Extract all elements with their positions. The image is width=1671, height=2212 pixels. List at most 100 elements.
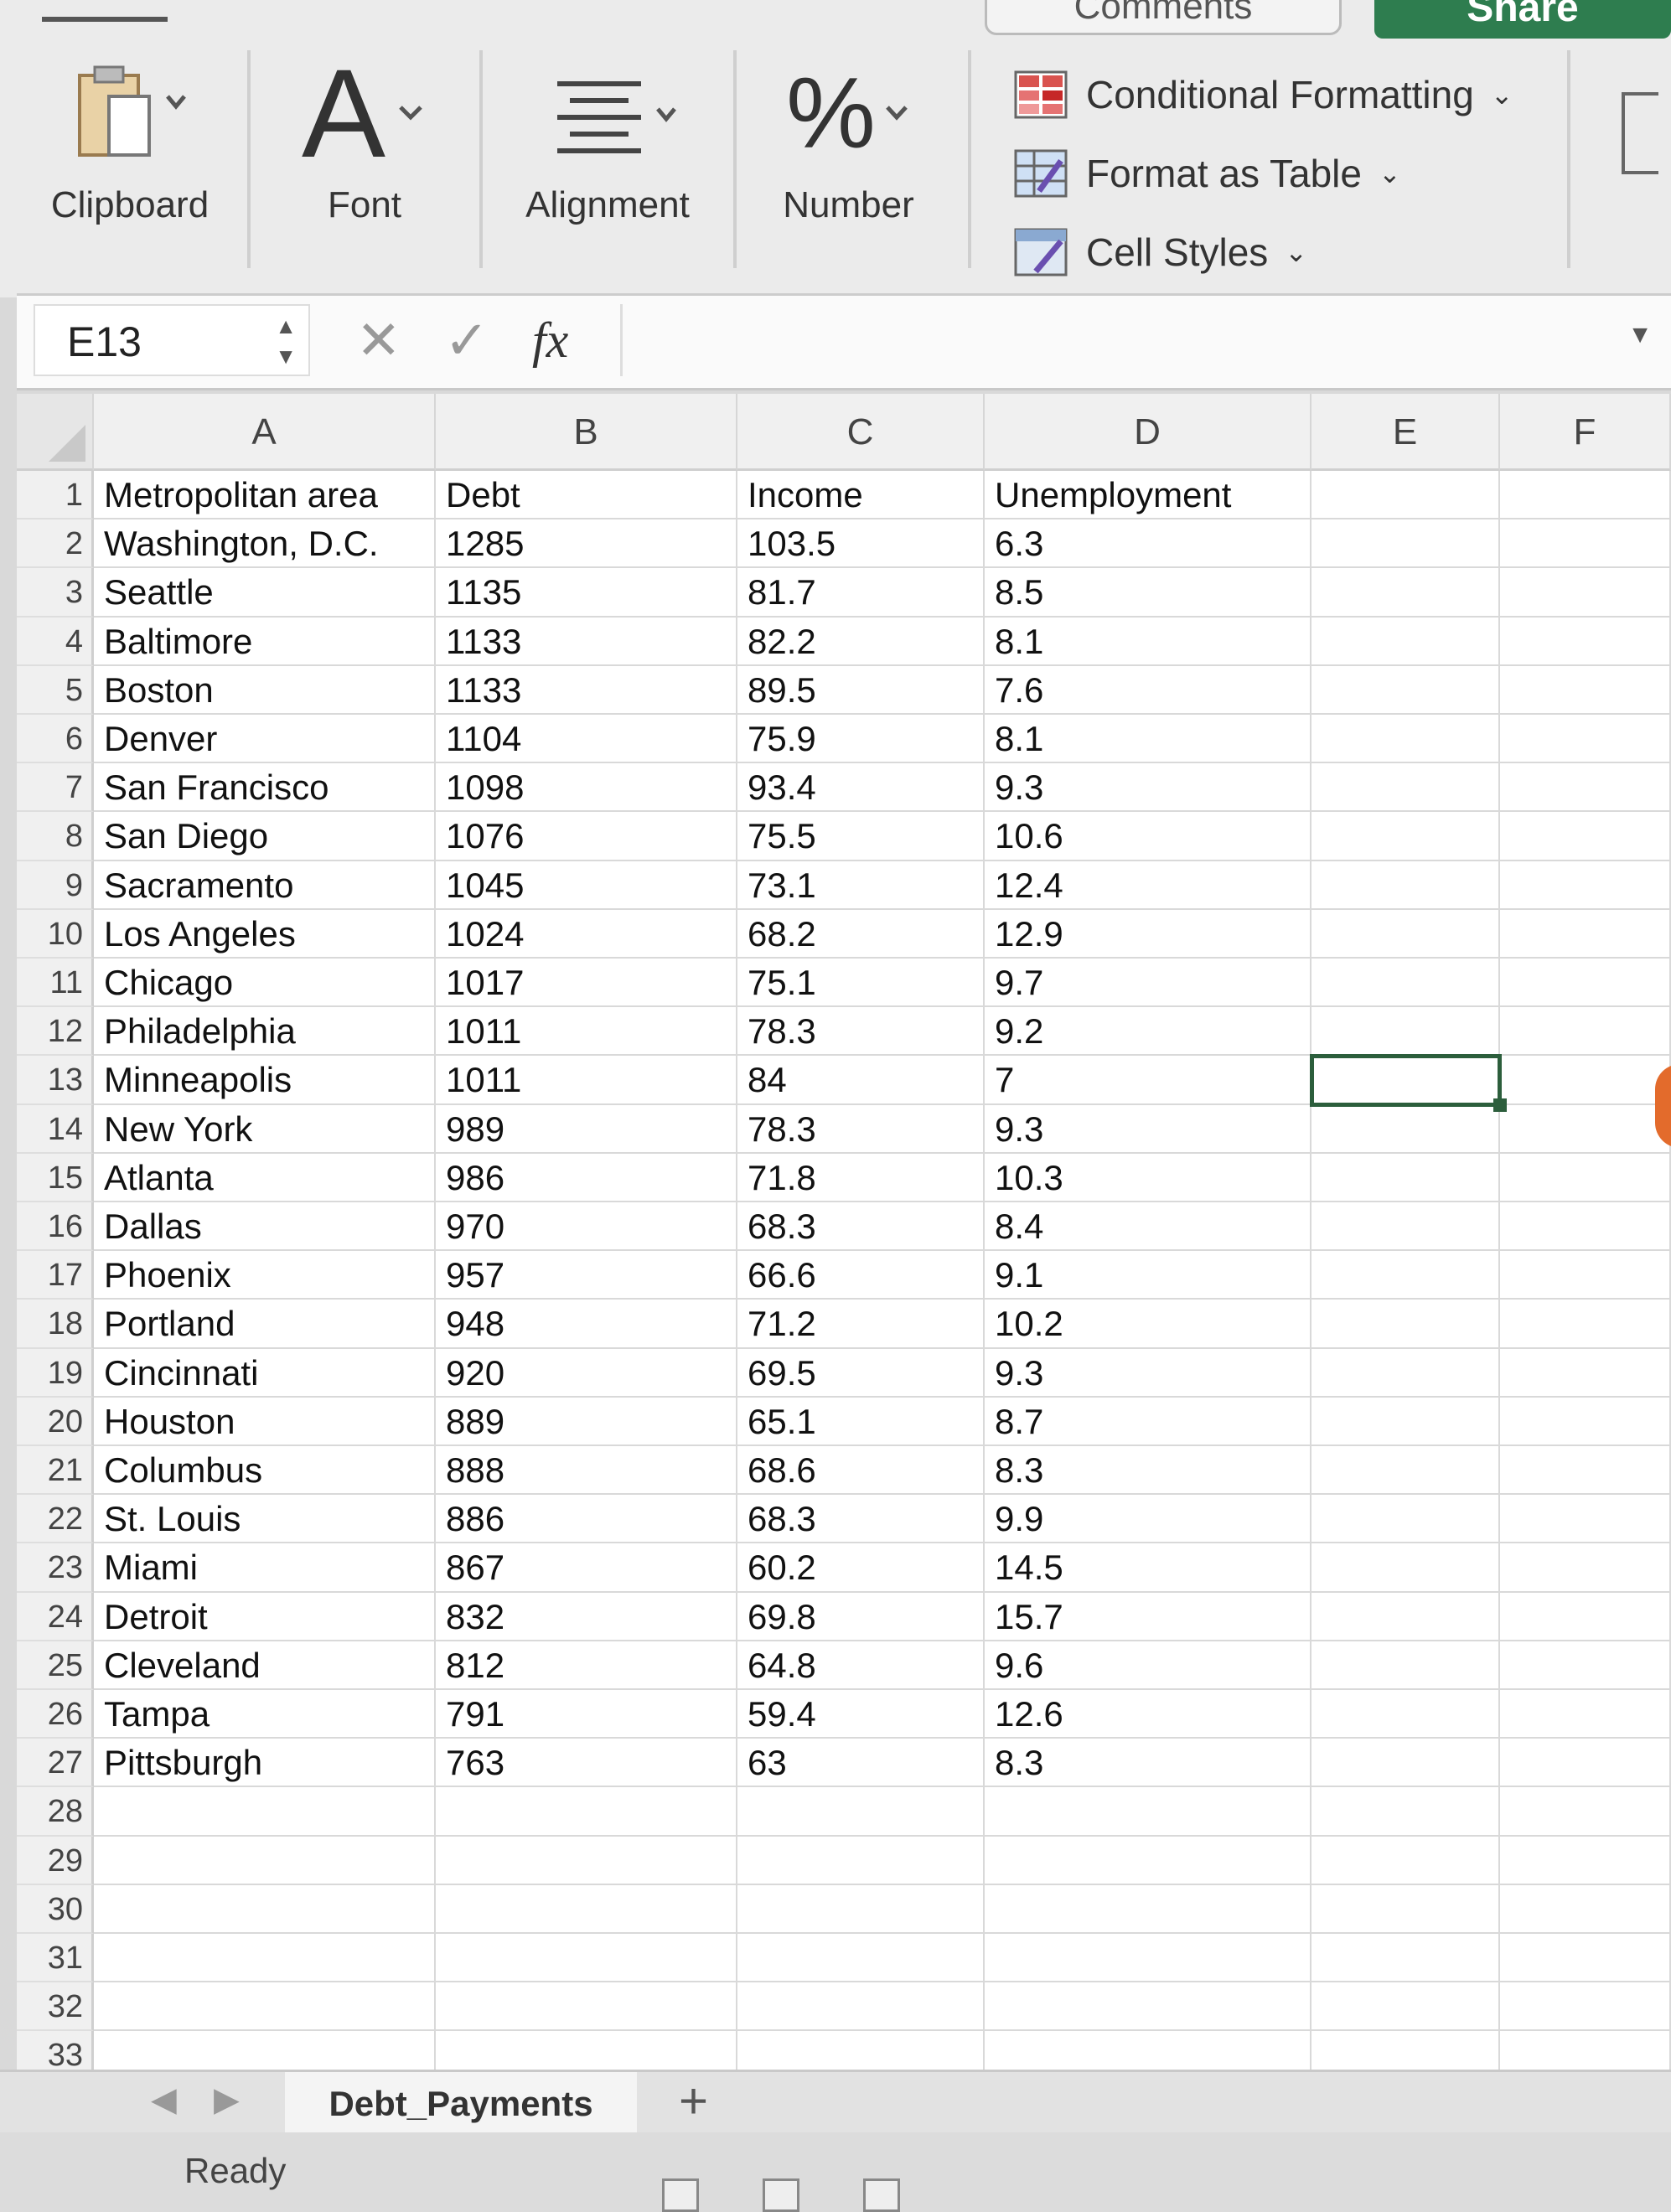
fill-handle[interactable] xyxy=(1493,1098,1507,1112)
column-header-a[interactable]: A xyxy=(94,394,436,471)
cell-d6[interactable]: 8.1 xyxy=(985,715,1311,764)
cell-e10[interactable] xyxy=(1311,909,1500,959)
row-header[interactable]: 20 xyxy=(17,1397,94,1446)
cell-c22[interactable]: 68.3 xyxy=(737,1495,985,1544)
cell-c6[interactable]: 75.9 xyxy=(737,715,985,764)
cell-d13[interactable]: 7 xyxy=(985,1056,1311,1105)
cell-d15[interactable]: 10.3 xyxy=(985,1153,1311,1202)
cell-d11[interactable]: 9.7 xyxy=(985,959,1311,1008)
cell-b13[interactable]: 1011 xyxy=(436,1056,737,1105)
cell-e18[interactable] xyxy=(1311,1300,1500,1349)
cell-f4[interactable] xyxy=(1500,617,1671,666)
row-header[interactable]: 12 xyxy=(17,1007,94,1057)
cell-b8[interactable]: 1076 xyxy=(436,812,737,861)
column-header-d[interactable]: D xyxy=(985,394,1311,471)
cell-f9[interactable] xyxy=(1500,861,1671,910)
cell-f11[interactable] xyxy=(1500,959,1671,1008)
add-sheet-button[interactable]: + xyxy=(679,2072,708,2131)
cell-c29[interactable] xyxy=(737,1836,985,1885)
cell-f7[interactable] xyxy=(1500,763,1671,813)
cell-b21[interactable]: 888 xyxy=(436,1446,737,1496)
cell-f12[interactable] xyxy=(1500,1007,1671,1057)
cell-f17[interactable] xyxy=(1500,1251,1671,1300)
cell-f8[interactable] xyxy=(1500,812,1671,861)
cell-b7[interactable]: 1098 xyxy=(436,763,737,813)
cell-e11[interactable] xyxy=(1311,959,1500,1008)
cell-a14[interactable]: New York xyxy=(94,1104,436,1154)
cell-f6[interactable] xyxy=(1500,715,1671,764)
cell-c30[interactable] xyxy=(737,1884,985,1934)
row-header[interactable]: 5 xyxy=(17,665,94,715)
fx-icon[interactable]: fx xyxy=(532,304,568,376)
cell-b18[interactable]: 948 xyxy=(436,1300,737,1349)
cell-a18[interactable]: Portland xyxy=(94,1300,436,1349)
active-cell-selection[interactable] xyxy=(1310,1054,1502,1107)
cell-f29[interactable] xyxy=(1500,1836,1671,1885)
name-box[interactable]: E13 ▲ ▼ xyxy=(34,304,310,376)
cell-d22[interactable]: 9.9 xyxy=(985,1495,1311,1544)
cell-f25[interactable] xyxy=(1500,1641,1671,1690)
row-header[interactable]: 21 xyxy=(17,1446,94,1496)
cell-b31[interactable] xyxy=(436,1934,737,1983)
cell-e3[interactable] xyxy=(1311,568,1500,618)
cell-d26[interactable]: 12.6 xyxy=(985,1690,1311,1739)
cell-b2[interactable]: 1285 xyxy=(436,519,737,569)
cell-f10[interactable] xyxy=(1500,909,1671,959)
row-header[interactable]: 29 xyxy=(17,1836,94,1885)
cell-e20[interactable] xyxy=(1311,1397,1500,1446)
row-header[interactable]: 25 xyxy=(17,1641,94,1690)
cell-d24[interactable]: 15.7 xyxy=(985,1592,1311,1641)
cell-b9[interactable]: 1045 xyxy=(436,861,737,910)
cell-f20[interactable] xyxy=(1500,1397,1671,1446)
row-header[interactable]: 19 xyxy=(17,1348,94,1398)
cell-a24[interactable]: Detroit xyxy=(94,1592,436,1641)
cell-f3[interactable] xyxy=(1500,568,1671,618)
cell-e14[interactable] xyxy=(1311,1104,1500,1154)
cell-f19[interactable] xyxy=(1500,1348,1671,1398)
cell-e28[interactable] xyxy=(1311,1787,1500,1837)
cell-d7[interactable]: 9.3 xyxy=(985,763,1311,813)
cell-c9[interactable]: 73.1 xyxy=(737,861,985,910)
row-header[interactable]: 13 xyxy=(17,1056,94,1105)
cell-a32[interactable] xyxy=(94,1982,436,2032)
cell-a21[interactable]: Columbus xyxy=(94,1446,436,1496)
editing-icon[interactable] xyxy=(1622,92,1658,174)
row-header[interactable]: 11 xyxy=(17,959,94,1008)
row-header[interactable]: 7 xyxy=(17,763,94,813)
cell-e31[interactable] xyxy=(1311,1934,1500,1983)
cell-c7[interactable]: 93.4 xyxy=(737,763,985,813)
cell-d8[interactable]: 10.6 xyxy=(985,812,1311,861)
cell-f26[interactable] xyxy=(1500,1690,1671,1739)
cell-c19[interactable]: 69.5 xyxy=(737,1348,985,1398)
cell-b20[interactable]: 889 xyxy=(436,1397,737,1446)
cell-a9[interactable]: Sacramento xyxy=(94,861,436,910)
cell-a16[interactable]: Dallas xyxy=(94,1202,436,1252)
cell-c32[interactable] xyxy=(737,1982,985,2032)
cell-c26[interactable]: 59.4 xyxy=(737,1690,985,1739)
cell-c8[interactable]: 75.5 xyxy=(737,812,985,861)
cell-e23[interactable] xyxy=(1311,1543,1500,1593)
cell-a4[interactable]: Baltimore xyxy=(94,617,436,666)
cell-d2[interactable]: 6.3 xyxy=(985,519,1311,569)
cell-b14[interactable]: 989 xyxy=(436,1104,737,1154)
cell-d18[interactable]: 10.2 xyxy=(985,1300,1311,1349)
cell-d32[interactable] xyxy=(985,1982,1311,2032)
cell-b29[interactable] xyxy=(436,1836,737,1885)
scroll-left-icon[interactable]: ◀ xyxy=(151,2080,177,2119)
cell-f15[interactable] xyxy=(1500,1153,1671,1202)
cell-c10[interactable]: 68.2 xyxy=(737,909,985,959)
cell-b27[interactable]: 763 xyxy=(436,1739,737,1788)
cell-a17[interactable]: Phoenix xyxy=(94,1251,436,1300)
row-header[interactable]: 22 xyxy=(17,1495,94,1544)
column-header-e[interactable]: E xyxy=(1311,394,1500,471)
cell-c25[interactable]: 64.8 xyxy=(737,1641,985,1690)
cell-c11[interactable]: 75.1 xyxy=(737,959,985,1008)
cell-f13[interactable] xyxy=(1500,1056,1671,1105)
number-group[interactable]: % Number xyxy=(758,50,939,268)
cell-d23[interactable]: 14.5 xyxy=(985,1543,1311,1593)
cell-c15[interactable]: 71.8 xyxy=(737,1153,985,1202)
cell-d20[interactable]: 8.7 xyxy=(985,1397,1311,1446)
row-header[interactable]: 31 xyxy=(17,1934,94,1983)
cell-f27[interactable] xyxy=(1500,1739,1671,1788)
row-header[interactable]: 24 xyxy=(17,1592,94,1641)
